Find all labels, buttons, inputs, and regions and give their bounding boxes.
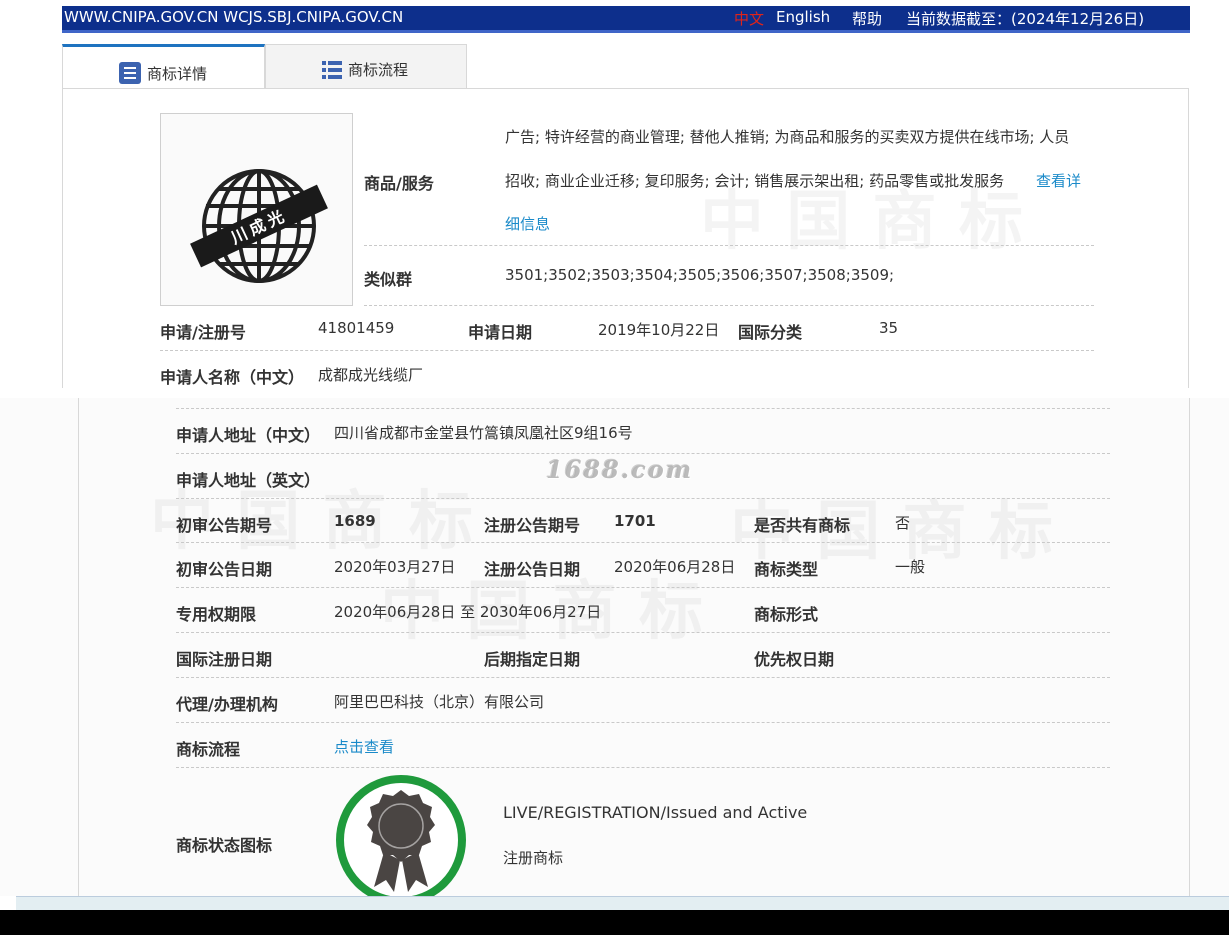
tab-trademark-details[interactable]: 商标详情 (62, 44, 265, 89)
watermark-1688: 1688.com (546, 455, 694, 484)
tab-trademark-process[interactable]: 商标流程 (265, 44, 467, 89)
prelim-no-value: 1689 (334, 512, 376, 530)
address-cn-value: 四川省成都市金堂县竹篙镇凤凰社区9组16号 (334, 424, 633, 442)
process-label: 商标流程 (176, 740, 241, 759)
goods-line-1: 广告; 特许经营的商业管理; 替他人推销; 为商品和服务的买卖双方提供在线市场;… (505, 128, 1070, 146)
view-details-link-cont[interactable]: 细信息 (505, 213, 550, 234)
tm-type-label: 商标类型 (754, 560, 819, 579)
similar-group-value: 3501;3502;3503;3504;3505;3506;3507;3508;… (505, 266, 895, 284)
apply-date-value: 2019年10月22日 (598, 321, 720, 339)
lang-en-link[interactable]: English (776, 8, 830, 26)
prelim-no-label: 初审公告期号 (176, 516, 273, 535)
trademark-image: 川成光 (160, 113, 353, 306)
agent-value: 阿里巴巴科技（北京）有限公司 (334, 693, 545, 711)
applicant-cn-label: 申请人名称（中文） (160, 368, 305, 387)
applicant-cn-value: 成都成光线缆厂 (318, 366, 424, 384)
exclusive-label: 专用权期限 (176, 605, 257, 624)
apply-date-label: 申请日期 (468, 323, 533, 342)
later-date-label: 后期指定日期 (484, 650, 581, 669)
site-urls[interactable]: WWW.CNIPA.GOV.CN WCJS.SBJ.CNIPA.GOV.CN (64, 8, 403, 26)
goods-line-2: 招收; 商业企业迁移; 复印服务; 会计; 销售展示架出租; 药品零售或批发服务 (505, 172, 1005, 190)
status-badge (334, 772, 470, 896)
shared-value: 否 (895, 514, 911, 532)
reg-notice-no-label: 注册公告期号 (484, 516, 581, 535)
help-link[interactable]: 帮助 (852, 8, 882, 29)
prelim-date-label: 初审公告日期 (176, 560, 273, 579)
status-line-2: 注册商标 (503, 849, 564, 867)
address-cn-label: 申请人地址（中文） (176, 426, 321, 445)
goods-label: 商品/服务 (364, 174, 434, 193)
address-en-label: 申请人地址（英文） (176, 471, 321, 490)
reg-no-value: 41801459 (318, 319, 395, 337)
globe-trademark-icon: 川成光 (190, 169, 328, 283)
top-bar: WWW.CNIPA.GOV.CN WCJS.SBJ.CNIPA.GOV.CN 中… (62, 6, 1190, 33)
agent-label: 代理/办理机构 (176, 695, 278, 714)
taskbar-strip (0, 910, 1229, 935)
exclusive-value: 2020年06月28日 至 2030年06月27日 (334, 603, 602, 621)
intl-class-label: 国际分类 (738, 323, 803, 342)
priority-date-label: 优先权日期 (754, 650, 835, 669)
table-list-icon (322, 61, 342, 79)
status-line-1: LIVE/REGISTRATION/Issued and Active (503, 803, 808, 822)
tab-label: 商标流程 (348, 61, 409, 79)
registered-badge-icon (336, 775, 466, 896)
tm-type-value: 一般 (895, 558, 926, 576)
intl-class-value: 35 (879, 319, 899, 337)
tm-form-label: 商标形式 (754, 605, 819, 624)
view-process-link[interactable]: 点击查看 (334, 736, 394, 757)
document-list-icon (119, 62, 141, 84)
reg-notice-no-value: 1701 (614, 512, 656, 530)
lang-cn-link[interactable]: 中文 (734, 8, 764, 29)
prelim-date-value: 2020年03月27日 (334, 558, 456, 576)
status-label: 商标状态图标 (176, 836, 273, 855)
view-details-link[interactable]: 查看详 (1036, 170, 1081, 191)
data-date: 当前数据截至：(2024年12月26日) (906, 10, 1145, 28)
shared-label: 是否共有商标 (754, 516, 851, 535)
reg-no-label: 申请/注册号 (160, 323, 246, 342)
tab-label: 商标详情 (147, 65, 208, 83)
similar-group-label: 类似群 (364, 270, 413, 289)
intl-reg-date-label: 国际注册日期 (176, 650, 273, 669)
horizontal-scrollbar[interactable] (0, 896, 1229, 911)
reg-notice-date-value: 2020年06月28日 (614, 558, 736, 576)
reg-notice-date-label: 注册公告日期 (484, 560, 581, 579)
